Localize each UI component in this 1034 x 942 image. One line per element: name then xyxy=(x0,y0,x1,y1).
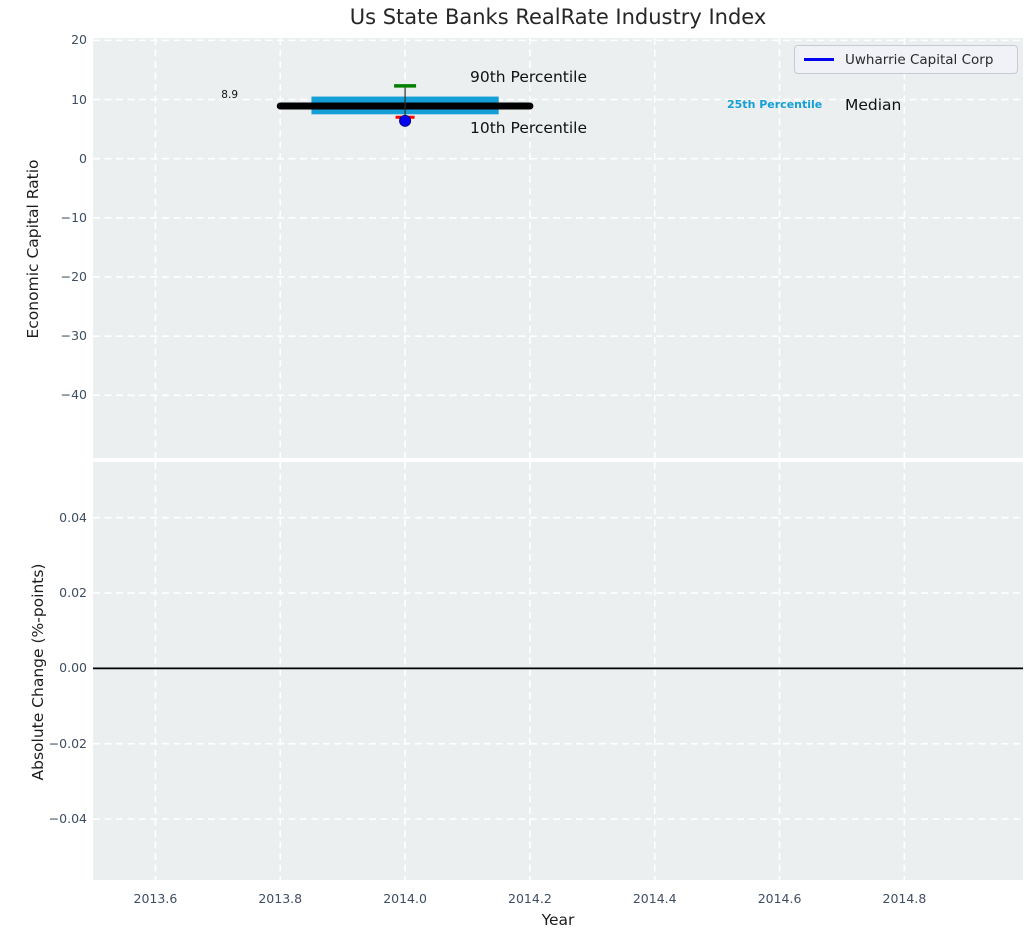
y-axis-label-top: Economic Capital Ratio xyxy=(24,159,42,339)
xtick-label: 2014.2 xyxy=(508,891,552,906)
ytick-label: 0.02 xyxy=(59,585,87,601)
annotation-median-value: 8.9 xyxy=(221,89,238,101)
ytick-label: −20 xyxy=(60,268,87,284)
bottom-plot-area xyxy=(93,462,1023,880)
xtick-label: 2014.0 xyxy=(383,891,427,906)
legend-line-sample xyxy=(804,58,834,61)
figure: Us State Banks RealRate Industry Index E… xyxy=(0,0,1034,942)
xtick-label: 2014.4 xyxy=(632,891,677,906)
ytick-label: −10 xyxy=(60,209,87,225)
chart-title: Us State Banks RealRate Industry Index xyxy=(349,5,767,29)
xtick-label: 2014.8 xyxy=(882,891,927,906)
ytick-label: −0.02 xyxy=(48,735,87,751)
ytick-label: −30 xyxy=(60,328,87,344)
ytick-label: 10 xyxy=(71,91,87,107)
company-point xyxy=(399,114,412,127)
ytick-label: 20 xyxy=(71,32,87,48)
y-axis-label-bottom: Absolute Change (%-points) xyxy=(29,563,47,781)
ytick-label: −0.04 xyxy=(48,810,87,826)
bottom-plot-canvas xyxy=(93,462,1023,880)
legend: Uwharrie Capital Corp xyxy=(794,45,1018,74)
ytick-label: 0.04 xyxy=(59,509,87,525)
x-axis-label: Year xyxy=(541,911,575,929)
legend-label: Uwharrie Capital Corp xyxy=(845,51,994,68)
xtick-label: 2013.6 xyxy=(133,891,178,906)
annotation-median: Median xyxy=(845,96,902,114)
xtick-label: 2014.6 xyxy=(757,891,802,906)
annotation-90th-percentile: 90th Percentile xyxy=(470,68,588,86)
xtick-label: 2013.8 xyxy=(258,891,303,906)
ytick-label: 0 xyxy=(79,150,87,166)
ytick-label: −40 xyxy=(60,387,87,403)
ytick-label: 0.00 xyxy=(59,660,87,676)
annotation-10th-percentile: 10th Percentile xyxy=(470,119,588,137)
annotation-25th-percentile: 25th Percentile xyxy=(727,98,823,111)
